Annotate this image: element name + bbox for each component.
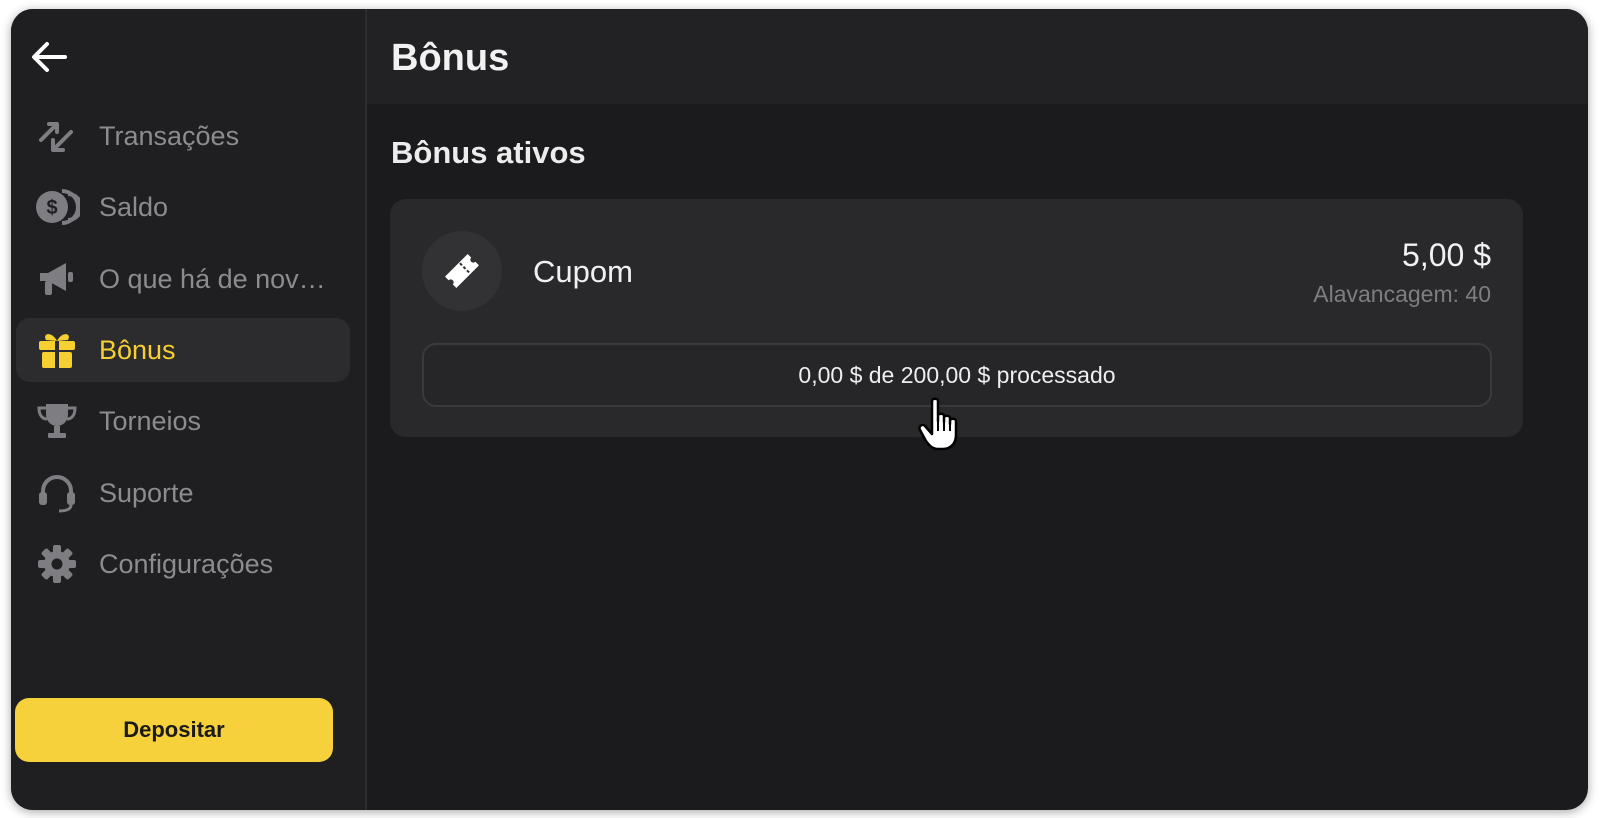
bonus-amount: 5,00 $ — [1402, 237, 1491, 273]
svg-text:$: $ — [46, 197, 57, 219]
deposit-button[interactable]: Depositar — [15, 698, 333, 762]
ticket-icon — [422, 231, 502, 311]
headset-icon — [31, 467, 83, 519]
hand-pointer-cursor-icon — [918, 397, 968, 458]
section-title: Bônus ativos — [391, 135, 586, 170]
sidebar-item-torneios[interactable]: Torneios — [16, 389, 350, 453]
sidebar-item-label: Saldo — [99, 191, 169, 222]
page-header: Bônus — [367, 9, 1588, 104]
sidebar-item-transacoes[interactable]: Transações — [16, 104, 350, 168]
megaphone-icon — [31, 253, 83, 305]
sidebar-item-suporte[interactable]: Suporte — [16, 461, 350, 525]
sidebar-item-label: Transações — [99, 120, 240, 151]
app-window: Transações $ Saldo O que há de nov… Bônu… — [11, 9, 1588, 810]
transfer-arrows-icon — [31, 110, 83, 162]
bonus-leverage: Alavancagem: 40 — [1313, 281, 1491, 307]
trophy-icon — [31, 395, 83, 447]
sidebar-item-label: O que há de nov… — [99, 263, 326, 294]
sidebar-item-novidades[interactable]: O que há de nov… — [16, 247, 350, 311]
sidebar-item-bonus[interactable]: Bônus — [16, 318, 350, 382]
sidebar-item-label: Torneios — [99, 405, 202, 436]
sidebar-item-label: Bônus — [99, 334, 176, 365]
progress-text: 0,00 $ de 200,00 $ processado — [798, 361, 1116, 388]
gift-icon — [31, 324, 83, 376]
arrow-left-icon — [32, 42, 67, 72]
sidebar-item-label: Suporte — [99, 477, 194, 508]
back-button[interactable] — [25, 35, 73, 79]
gear-icon — [31, 538, 83, 590]
page-title: Bônus — [391, 37, 510, 79]
sidebar: Transações $ Saldo O que há de nov… Bônu… — [11, 9, 367, 810]
coins-icon: $ — [31, 181, 83, 233]
sidebar-item-saldo[interactable]: $ Saldo — [16, 175, 350, 239]
bonus-name: Cupom — [533, 254, 633, 289]
sidebar-item-label: Configurações — [99, 548, 274, 579]
sidebar-item-configuracoes[interactable]: Configurações — [16, 532, 350, 596]
